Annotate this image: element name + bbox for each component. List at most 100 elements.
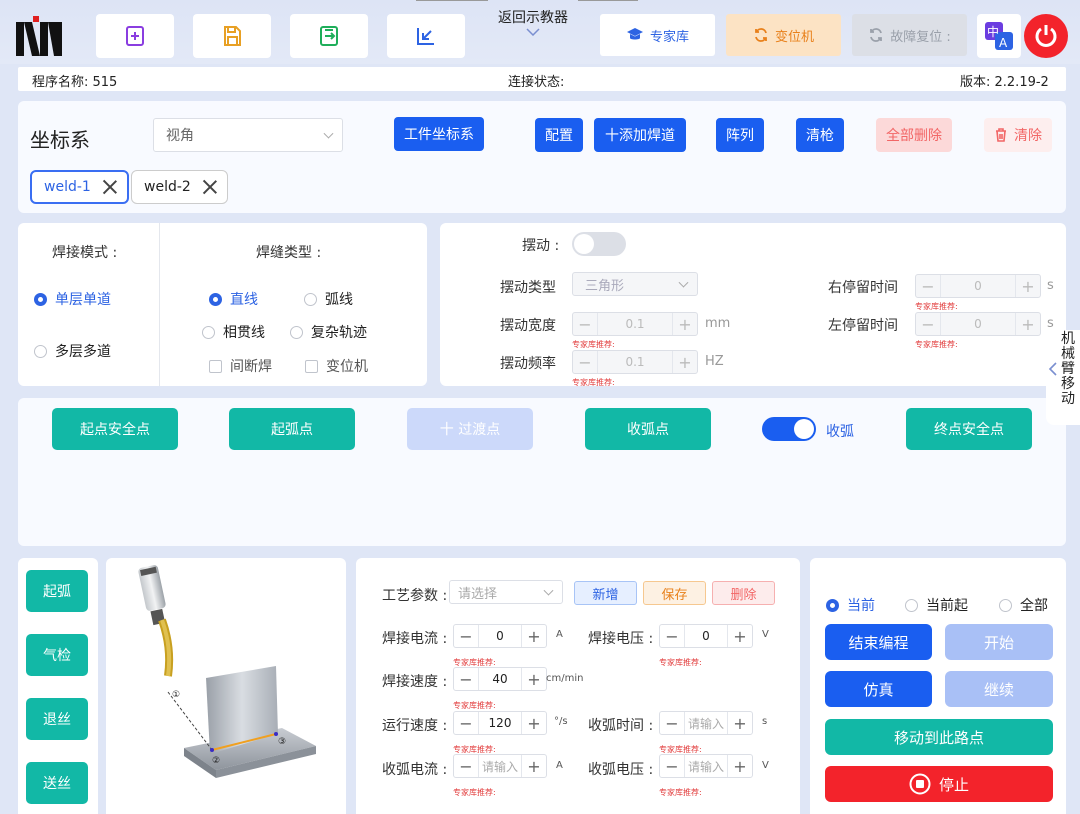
plus-icon[interactable]: + [728, 712, 752, 734]
arc-end-current-stepper[interactable]: − 请输入 + [453, 754, 547, 778]
toggle-knob [574, 234, 594, 254]
close-icon[interactable] [101, 178, 119, 196]
arc-end-time-stepper[interactable]: − 请输入 + [659, 711, 753, 735]
process-save-button[interactable]: 保存 [643, 581, 706, 605]
positioner-checkbox[interactable]: 变位机 [305, 356, 368, 376]
minus-icon[interactable]: − [660, 755, 684, 777]
plus-icon[interactable]: + [728, 755, 752, 777]
minus-icon[interactable]: − [454, 625, 478, 647]
clean-gun-button[interactable]: 清枪 [796, 118, 844, 152]
weave-width-stepper[interactable]: − 0.1 + [572, 312, 698, 336]
delete-all-button[interactable]: 全部删除 [876, 118, 952, 152]
plus-icon[interactable]: + [673, 351, 697, 373]
save-file-button[interactable] [193, 14, 271, 58]
scope-current[interactable]: 当前 [826, 595, 875, 615]
simulate-button[interactable]: 仿真 [825, 671, 932, 707]
view-select[interactable]: 视角 [153, 118, 343, 152]
plus-icon[interactable]: + [1016, 313, 1040, 335]
process-select[interactable]: 请选择 [449, 580, 563, 604]
wire-retract-button[interactable]: 退丝 [26, 698, 88, 740]
clear-button[interactable]: 清除 [984, 118, 1052, 152]
plus-icon[interactable]: + [1016, 275, 1040, 297]
seam-type-intersect[interactable]: 相贯线 [202, 322, 265, 342]
power-button[interactable] [1024, 14, 1068, 58]
array-button[interactable]: 阵列 [716, 118, 764, 152]
weld-current-stepper[interactable]: − 0 + [453, 624, 547, 648]
workpiece-coord-button[interactable]: 工件坐标系 [394, 117, 484, 151]
new-file-button[interactable] [96, 14, 174, 58]
radio-label: 弧线 [325, 292, 353, 308]
seam-type-line[interactable]: 直线 [209, 289, 258, 309]
end-programming-button[interactable]: 结束编程 [825, 624, 932, 660]
arc-strike-button[interactable]: 起弧 [26, 570, 88, 612]
minus-icon[interactable]: − [916, 313, 940, 335]
language-button[interactable]: 中A [977, 14, 1021, 58]
checkbox-label: 间断焊 [230, 359, 272, 375]
arc-end-voltage-stepper[interactable]: − 请输入 + [659, 754, 753, 778]
scope-from-current[interactable]: 当前起 [905, 595, 968, 615]
stop-button[interactable]: 停止 [825, 766, 1053, 802]
arc-end-point-button[interactable]: 收弧点 [585, 408, 711, 450]
arc-end-toggle[interactable] [762, 417, 816, 441]
process-delete-button[interactable]: 删除 [712, 581, 775, 605]
robot-arm-move-drawer[interactable]: 机械臂移动 [1046, 330, 1080, 425]
seam-type-arc[interactable]: 弧线 [304, 289, 353, 309]
plus-icon[interactable]: + [673, 313, 697, 335]
minus-icon[interactable]: − [454, 755, 478, 777]
minus-icon[interactable]: − [573, 351, 597, 373]
weld-tab[interactable]: weld-2 [131, 170, 228, 204]
start-safe-point-button[interactable]: 起点安全点 [52, 408, 178, 450]
start-button[interactable]: 开始 [945, 624, 1053, 660]
export-button[interactable] [290, 14, 368, 58]
minus-icon[interactable]: − [454, 712, 478, 734]
continue-button[interactable]: 继续 [945, 671, 1053, 707]
chevron-down-icon [526, 28, 540, 36]
config-button[interactable]: 配置 [535, 118, 583, 152]
weave-toggle[interactable] [572, 232, 626, 256]
weld-mode-multi[interactable]: 多层多道 [34, 341, 111, 361]
transition-point-button[interactable]: 十 过渡点 [407, 408, 533, 450]
run-speed-stepper[interactable]: − 120 + [453, 711, 547, 735]
end-safe-point-button[interactable]: 终点安全点 [906, 408, 1032, 450]
add-weld-button[interactable]: 十添加焊道 [594, 118, 686, 152]
expert-hint: 专家库推荐: [659, 788, 702, 797]
process-new-button[interactable]: 新增 [574, 581, 637, 605]
plus-icon[interactable]: + [522, 755, 546, 777]
weld-mode-single[interactable]: 单层单道 [34, 289, 111, 309]
plus-icon[interactable]: + [728, 625, 752, 647]
expert-hint: 专家库推荐: [915, 302, 958, 311]
move-to-waypoint-button[interactable]: 移动到此路点 [825, 719, 1053, 755]
plus-icon[interactable]: + [522, 668, 546, 690]
intermittent-checkbox[interactable]: 间断焊 [209, 356, 272, 376]
minus-icon[interactable]: − [660, 712, 684, 734]
arc-start-point-button[interactable]: 起弧点 [229, 408, 355, 450]
minus-icon[interactable]: − [660, 625, 684, 647]
version-text: 版本: 2.2.19-2 [960, 75, 1049, 90]
weave-type-select[interactable]: 三角形 [572, 272, 698, 296]
import-button[interactable] [387, 14, 465, 58]
weave-freq-stepper[interactable]: − 0.1 + [572, 350, 698, 374]
stepper-value: 40 [478, 668, 522, 690]
unit-label: V [762, 629, 769, 640]
left-dwell-stepper[interactable]: − 0 + [915, 312, 1041, 336]
plus-icon[interactable]: + [522, 712, 546, 734]
return-teach-pendant-tab[interactable]: 返回示教器 [416, 0, 638, 44]
svg-text:中: 中 [987, 24, 999, 39]
minus-icon[interactable]: − [454, 668, 478, 690]
weld-tab[interactable]: weld-1 [30, 170, 129, 204]
wire-feed-button[interactable]: 送丝 [26, 762, 88, 804]
minus-icon[interactable]: − [916, 275, 940, 297]
seam-type-complex[interactable]: 复杂轨迹 [290, 322, 367, 342]
right-dwell-stepper[interactable]: − 0 + [915, 274, 1041, 298]
expert-library-button[interactable]: 专家库 [600, 14, 715, 56]
minus-icon[interactable]: − [573, 313, 597, 335]
scope-all[interactable]: 全部 [999, 595, 1048, 615]
close-icon[interactable] [201, 178, 219, 196]
positioner-button[interactable]: 变位机 [726, 14, 841, 56]
weld-speed-stepper[interactable]: − 40 + [453, 667, 547, 691]
gas-check-button[interactable]: 气检 [26, 634, 88, 676]
plus-icon[interactable]: + [522, 625, 546, 647]
radio-icon [202, 325, 215, 339]
weld-voltage-stepper[interactable]: − 0 + [659, 624, 753, 648]
fault-reset-button[interactable]: 故障复位 : [852, 14, 967, 56]
